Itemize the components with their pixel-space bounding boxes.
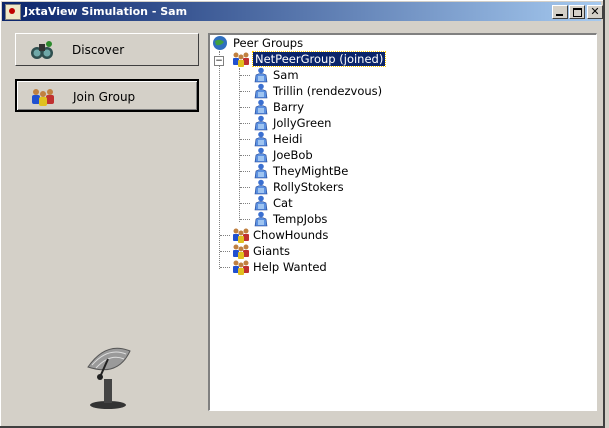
tree-connector bbox=[240, 107, 250, 108]
tree-connector bbox=[220, 251, 230, 252]
group-people-icon bbox=[233, 52, 249, 67]
peer-label: JoeBob bbox=[273, 148, 313, 162]
tree-connector bbox=[240, 123, 250, 124]
binoculars-icon bbox=[31, 41, 53, 59]
tree-root[interactable]: Peer Groups bbox=[212, 35, 303, 51]
person-icon bbox=[254, 131, 268, 147]
tree-peer-item[interactable]: JollyGreen bbox=[252, 115, 331, 131]
tree-peer-item[interactable]: Cat bbox=[252, 195, 293, 211]
person-icon bbox=[254, 195, 268, 211]
tree-group-item[interactable]: Help Wanted bbox=[232, 259, 327, 275]
peer-label: Barry bbox=[273, 100, 304, 114]
tree-peer-item[interactable]: RollyStokers bbox=[252, 179, 344, 195]
tree-group-item[interactable]: ChowHounds bbox=[232, 227, 328, 243]
tree-connector bbox=[220, 235, 230, 236]
selected-group-label: NetPeerGroup (joined) bbox=[251, 51, 387, 67]
group-people-icon bbox=[233, 244, 249, 259]
app-icon[interactable] bbox=[5, 4, 21, 20]
person-icon bbox=[254, 99, 268, 115]
tree-connector bbox=[219, 51, 220, 269]
person-icon bbox=[254, 147, 268, 163]
tree-peer-item[interactable]: JoeBob bbox=[252, 147, 313, 163]
group-label: Giants bbox=[253, 244, 290, 258]
group-people-icon bbox=[32, 89, 54, 106]
discover-label: Discover bbox=[72, 43, 125, 57]
group-people-icon bbox=[233, 260, 249, 275]
close-icon: ✕ bbox=[590, 5, 600, 18]
collapse-toggle[interactable]: − bbox=[214, 56, 224, 66]
peer-label: RollyStokers bbox=[273, 180, 344, 194]
tree-connector bbox=[240, 75, 250, 76]
peer-label: Cat bbox=[273, 196, 293, 210]
window-title: JxtaView Simulation - Sam bbox=[24, 5, 188, 18]
tree-peer-item[interactable]: Barry bbox=[252, 99, 304, 115]
close-button[interactable]: ✕ bbox=[587, 5, 603, 19]
tree-peer-item[interactable]: TheyMightBe bbox=[252, 163, 348, 179]
peer-label: Sam bbox=[273, 68, 299, 82]
tree-connector bbox=[240, 187, 250, 188]
group-people-icon bbox=[233, 228, 249, 243]
minimize-button[interactable] bbox=[552, 5, 568, 19]
tree-peer-item[interactable]: Heidi bbox=[252, 131, 302, 147]
discover-button[interactable]: Discover bbox=[15, 33, 199, 66]
person-icon bbox=[254, 67, 268, 83]
peer-label: TheyMightBe bbox=[273, 164, 349, 178]
maximize-button[interactable] bbox=[569, 5, 585, 19]
title-bar[interactable]: JxtaView Simulation - Sam ✕ bbox=[2, 2, 603, 21]
tree-connector bbox=[240, 139, 250, 140]
tree-connector bbox=[240, 155, 250, 156]
left-panel: Discover Join Group bbox=[2, 21, 208, 416]
tree-connector bbox=[240, 171, 250, 172]
minimize-icon bbox=[556, 14, 563, 16]
tree-peer-item[interactable]: Trillin (rendezvous) bbox=[252, 83, 382, 99]
person-icon bbox=[254, 211, 268, 227]
app-window: JxtaView Simulation - Sam ✕ Discover Joi… bbox=[0, 0, 605, 428]
join-group-label: Join Group bbox=[73, 90, 136, 104]
peer-groups-tree[interactable]: − Peer Groups NetPeerGroup (joined) Sam T… bbox=[208, 33, 597, 411]
tree-connector bbox=[220, 267, 230, 268]
join-group-button[interactable]: Join Group bbox=[15, 79, 199, 112]
person-icon bbox=[254, 179, 268, 195]
tree-root-label: Peer Groups bbox=[233, 36, 304, 50]
group-label: Help Wanted bbox=[253, 260, 327, 274]
tree-peer-item[interactable]: TempJobs bbox=[252, 211, 327, 227]
person-icon bbox=[254, 115, 268, 131]
tree-connector bbox=[240, 219, 250, 220]
peer-label: JollyGreen bbox=[273, 116, 332, 130]
tree-connector bbox=[240, 91, 250, 92]
group-label: ChowHounds bbox=[253, 228, 329, 242]
person-icon bbox=[254, 83, 268, 99]
globe-icon bbox=[213, 36, 227, 50]
tree-peer-item[interactable]: Sam bbox=[252, 67, 299, 83]
tree-group-netpeergroup[interactable]: NetPeerGroup (joined) bbox=[232, 51, 387, 67]
peer-label: Heidi bbox=[273, 132, 303, 146]
peer-label: TempJobs bbox=[273, 212, 328, 226]
satellite-dish-icon bbox=[87, 347, 131, 409]
peer-label: Trillin (rendezvous) bbox=[273, 84, 383, 98]
tree-connector bbox=[240, 203, 250, 204]
maximize-icon bbox=[573, 8, 582, 17]
tree-group-item[interactable]: Giants bbox=[232, 243, 290, 259]
person-icon bbox=[254, 163, 268, 179]
